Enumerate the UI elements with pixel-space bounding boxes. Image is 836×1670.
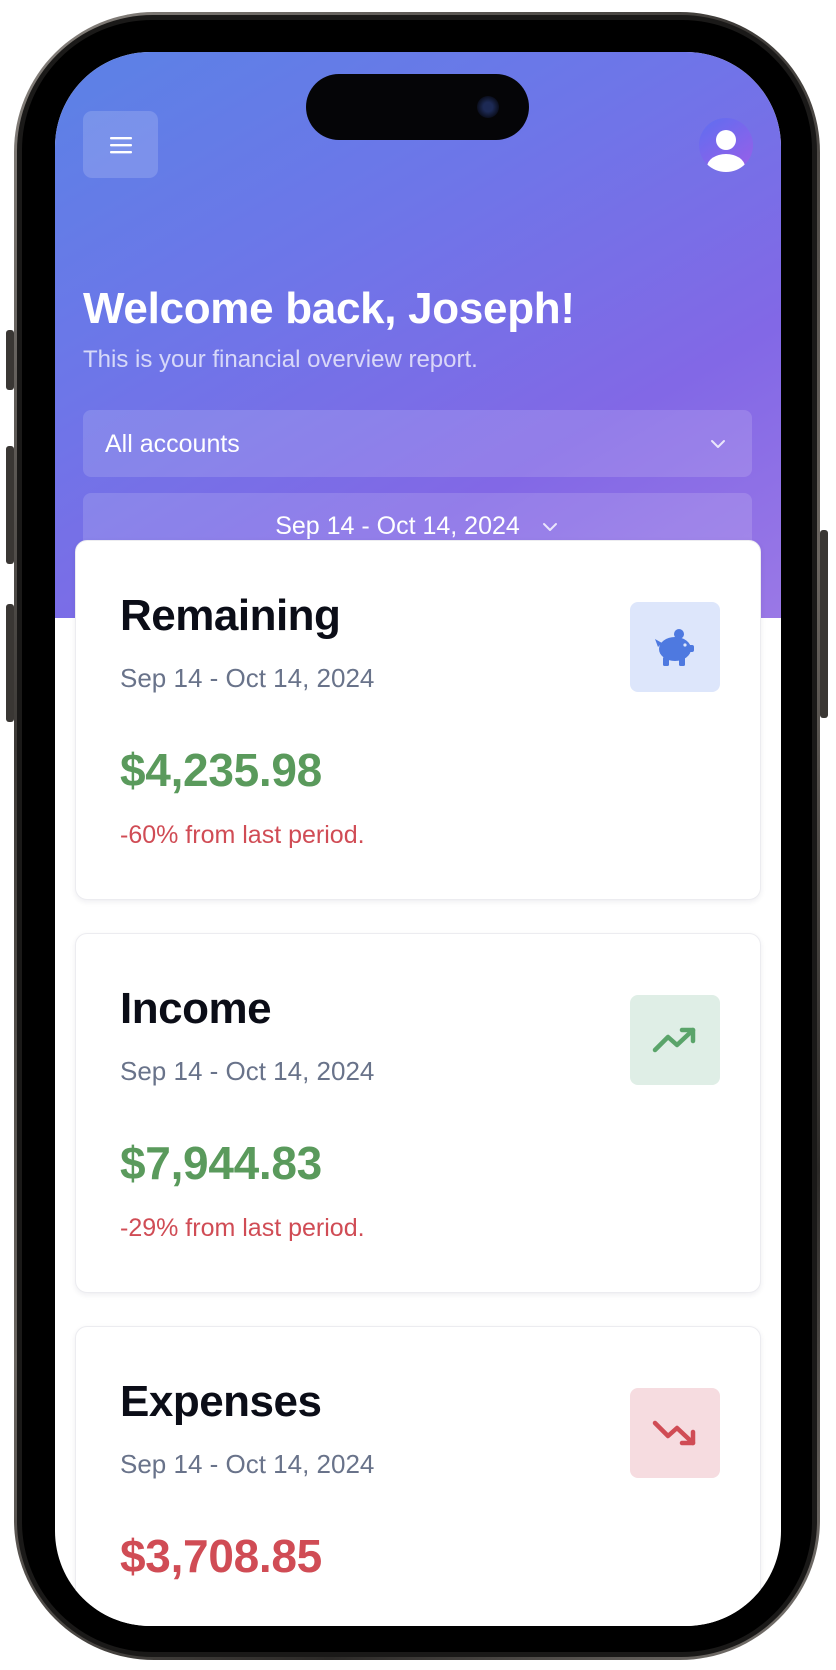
chevron-down-icon bbox=[542, 522, 557, 531]
front-camera bbox=[477, 96, 499, 118]
card-title: Expenses bbox=[120, 1377, 322, 1426]
trending-down-icon-badge bbox=[630, 1388, 720, 1478]
volume-down-button bbox=[6, 604, 14, 722]
hero-header: Welcome back, Joseph! This is your finan… bbox=[55, 52, 781, 618]
trending-down-icon bbox=[652, 1420, 696, 1446]
expenses-card: Expenses Sep 14 - Oct 14, 2024 $3,708.85 bbox=[75, 1326, 761, 1626]
welcome-title: Welcome back, Joseph! bbox=[83, 284, 575, 333]
card-amount: $3,708.85 bbox=[120, 1530, 322, 1582]
income-card: Income Sep 14 - Oct 14, 2024 $7,944.83 -… bbox=[75, 933, 761, 1293]
card-amount: $4,235.98 bbox=[120, 744, 322, 796]
remaining-card: Remaining Sep 14 - Oct 14, 2024 $4,235.9… bbox=[75, 540, 761, 900]
card-amount: $7,944.83 bbox=[120, 1137, 322, 1189]
card-change: -60% from last period. bbox=[120, 821, 365, 849]
menu-button[interactable] bbox=[83, 111, 158, 178]
user-avatar-button[interactable] bbox=[699, 118, 753, 172]
app-screen: Welcome back, Joseph! This is your finan… bbox=[55, 52, 781, 1626]
welcome-subtitle: This is your financial overview report. bbox=[83, 346, 478, 373]
power-button bbox=[820, 530, 828, 718]
user-avatar-icon bbox=[707, 130, 745, 172]
dynamic-island bbox=[306, 74, 529, 140]
accounts-select-value: All accounts bbox=[105, 430, 240, 458]
card-date-range: Sep 14 - Oct 14, 2024 bbox=[120, 663, 375, 693]
card-date-range: Sep 14 - Oct 14, 2024 bbox=[120, 1449, 375, 1479]
card-title: Income bbox=[120, 984, 272, 1033]
piggy-bank-icon bbox=[655, 629, 694, 666]
date-range-value: Sep 14 - Oct 14, 2024 bbox=[275, 512, 520, 540]
card-title: Remaining bbox=[120, 591, 341, 640]
chevron-down-icon bbox=[711, 440, 725, 448]
trending-up-icon bbox=[652, 1027, 696, 1053]
card-change: -29% from last period. bbox=[120, 1214, 365, 1242]
accounts-select[interactable]: All accounts bbox=[83, 410, 752, 477]
trending-up-icon-badge bbox=[630, 995, 720, 1085]
action-button bbox=[6, 330, 14, 390]
volume-up-button bbox=[6, 446, 14, 564]
hamburger-menu-icon bbox=[109, 136, 132, 153]
piggy-bank-icon-badge bbox=[630, 602, 720, 692]
card-date-range: Sep 14 - Oct 14, 2024 bbox=[120, 1056, 375, 1086]
